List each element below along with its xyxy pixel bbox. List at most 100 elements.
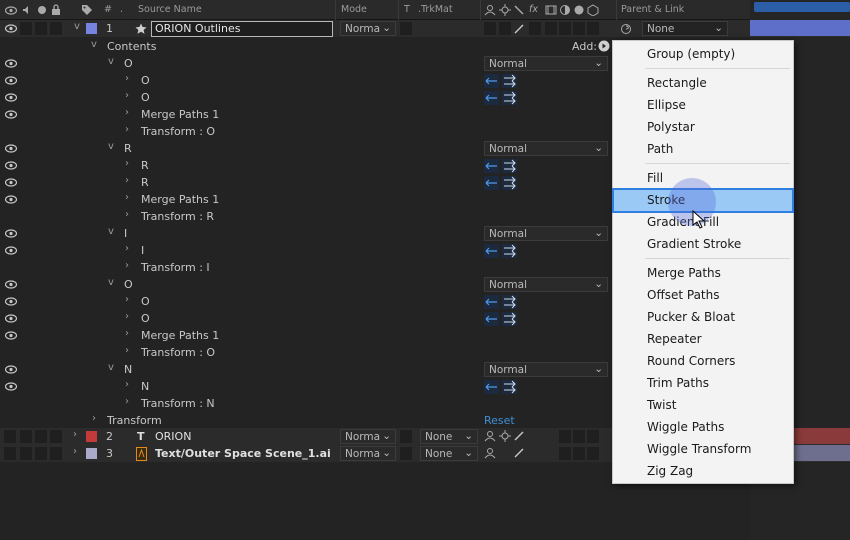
3d-layer-icon[interactable] — [587, 4, 599, 16]
shy-icon[interactable] — [484, 447, 496, 459]
chevron-right-icon[interactable]: › — [89, 413, 99, 424]
chevron-right-icon[interactable]: › — [122, 175, 132, 186]
path-direction-icon[interactable] — [484, 176, 518, 190]
blend-mode-dropdown[interactable]: Normal ⌄ — [484, 362, 608, 377]
eye-icon[interactable] — [5, 297, 17, 306]
menu-item-path[interactable]: Path — [614, 139, 792, 160]
audio-toggle[interactable] — [20, 447, 32, 460]
mode-column-header[interactable]: Mode — [341, 4, 367, 15]
layer1-bar[interactable] — [750, 20, 850, 37]
menu-item-group-empty[interactable]: Group (empty) — [614, 44, 792, 65]
menu-item-ellipse[interactable]: Ellipse — [614, 95, 792, 116]
chevron-right-icon[interactable]: › — [122, 328, 132, 339]
eye-icon[interactable] — [5, 195, 17, 204]
eye-icon[interactable] — [5, 382, 17, 391]
eye-icon[interactable] — [5, 246, 17, 255]
menu-item-gradient-stroke[interactable]: Gradient Stroke — [614, 234, 792, 255]
chevron-right-icon[interactable]: › — [122, 73, 132, 84]
fx-switch[interactable] — [529, 22, 541, 35]
3d-switch[interactable] — [587, 430, 599, 443]
chevron-down-icon[interactable]: v — [106, 56, 116, 67]
path-direction-icon[interactable] — [484, 159, 518, 173]
chevron-right-icon[interactable]: › — [122, 158, 132, 169]
lock-toggle[interactable] — [50, 430, 62, 443]
chevron-down-icon[interactable]: v — [89, 39, 99, 50]
adjustment-switch[interactable] — [573, 22, 585, 35]
eye-icon[interactable] — [5, 76, 17, 85]
chevron-right-icon[interactable]: › — [122, 311, 132, 322]
collapse-icon[interactable] — [499, 430, 511, 442]
path-direction-icon[interactable] — [484, 380, 518, 394]
eye-icon[interactable] — [5, 280, 17, 289]
chevron-down-icon[interactable]: v — [106, 362, 116, 373]
add-arrow-icon[interactable] — [598, 40, 610, 52]
work-area-bar[interactable] — [754, 2, 850, 12]
eye-icon[interactable] — [5, 161, 17, 170]
menu-item-wiggle-paths[interactable]: Wiggle Paths — [614, 417, 792, 438]
preserve-transparency-toggle[interactable] — [400, 430, 412, 443]
path-direction-icon[interactable] — [484, 244, 518, 258]
chevron-right-icon[interactable]: › — [122, 124, 132, 135]
chevron-down-icon[interactable]: v — [106, 141, 116, 152]
chevron-down-icon[interactable]: v — [106, 277, 116, 288]
motion-blur-switch[interactable] — [559, 22, 571, 35]
menu-item-pucker-bloat[interactable]: Pucker & Bloat — [614, 307, 792, 328]
trkmat-dropdown[interactable]: None ⌄ — [420, 429, 478, 444]
eye-icon[interactable] — [5, 24, 17, 33]
menu-item-zig-zag[interactable]: Zig Zag — [614, 461, 792, 482]
path-direction-icon[interactable] — [484, 312, 518, 326]
eye-icon[interactable] — [5, 144, 17, 153]
eye-icon[interactable] — [5, 178, 17, 187]
chevron-right-icon[interactable]: › — [122, 243, 132, 254]
menu-item-round-corners[interactable]: Round Corners — [614, 351, 792, 372]
shy-switch[interactable] — [484, 22, 496, 35]
chevron-right-icon[interactable]: › — [70, 446, 80, 457]
solo-icon[interactable] — [37, 5, 47, 15]
pick-whip-icon[interactable] — [620, 23, 632, 35]
trkmat-dropdown[interactable]: None ⌄ — [420, 446, 478, 461]
chevron-down-icon[interactable]: v — [72, 21, 82, 32]
reset-link[interactable]: Reset — [484, 414, 515, 427]
menu-item-merge-paths[interactable]: Merge Paths — [614, 263, 792, 284]
quality-switch-icon[interactable] — [513, 447, 525, 459]
parent-link-column-header[interactable]: Parent & Link — [621, 4, 684, 15]
collapse-icon[interactable] — [499, 4, 511, 16]
menu-item-repeater[interactable]: Repeater — [614, 329, 792, 350]
label-color-swatch[interactable] — [86, 23, 97, 34]
motion-blur-switch[interactable] — [573, 430, 585, 443]
chevron-right-icon[interactable]: › — [122, 396, 132, 407]
chevron-right-icon[interactable]: › — [122, 209, 132, 220]
chevron-right-icon[interactable]: › — [122, 260, 132, 271]
collapse-switch[interactable] — [499, 22, 511, 35]
chevron-down-icon[interactable]: v — [106, 226, 116, 237]
lock-toggle[interactable] — [50, 447, 62, 460]
blend-mode-dropdown[interactable]: Normal ⌄ — [484, 56, 608, 71]
preserve-transparency-toggle[interactable] — [400, 22, 412, 35]
chevron-right-icon[interactable]: › — [70, 429, 80, 440]
motion-blur-icon[interactable] — [559, 4, 571, 16]
eye-icon[interactable] — [5, 6, 17, 15]
eye-icon[interactable] — [5, 331, 17, 340]
blend-mode-dropdown[interactable]: Normal ⌄ — [484, 226, 608, 241]
mode-dropdown[interactable]: Norma ⌄ — [340, 446, 396, 461]
menu-item-polystar[interactable]: Polystar — [614, 117, 792, 138]
menu-item-rectangle[interactable]: Rectangle — [614, 73, 792, 94]
layer-row-1[interactable]: v 1 ORION Outlines Norma ⌄ None ⌄ — [0, 20, 750, 37]
eye-icon[interactable] — [5, 229, 17, 238]
menu-item-trim-paths[interactable]: Trim Paths — [614, 373, 792, 394]
chevron-right-icon[interactable]: › — [122, 90, 132, 101]
menu-item-wiggle-transform[interactable]: Wiggle Transform — [614, 439, 792, 460]
solo-toggle[interactable] — [35, 447, 47, 460]
video-toggle[interactable] — [4, 430, 16, 443]
path-direction-icon[interactable] — [484, 74, 518, 88]
adjustment-layer-icon[interactable] — [573, 4, 585, 16]
fx-switch[interactable] — [559, 430, 571, 443]
chevron-right-icon[interactable]: › — [122, 107, 132, 118]
mode-dropdown[interactable]: Norma ⌄ — [340, 21, 396, 36]
quality-icon[interactable] — [513, 4, 525, 16]
label-color-swatch[interactable] — [86, 431, 97, 442]
eye-icon[interactable] — [5, 59, 17, 68]
eye-icon[interactable] — [5, 365, 17, 374]
path-direction-icon[interactable] — [484, 91, 518, 105]
3d-switch[interactable] — [587, 22, 599, 35]
